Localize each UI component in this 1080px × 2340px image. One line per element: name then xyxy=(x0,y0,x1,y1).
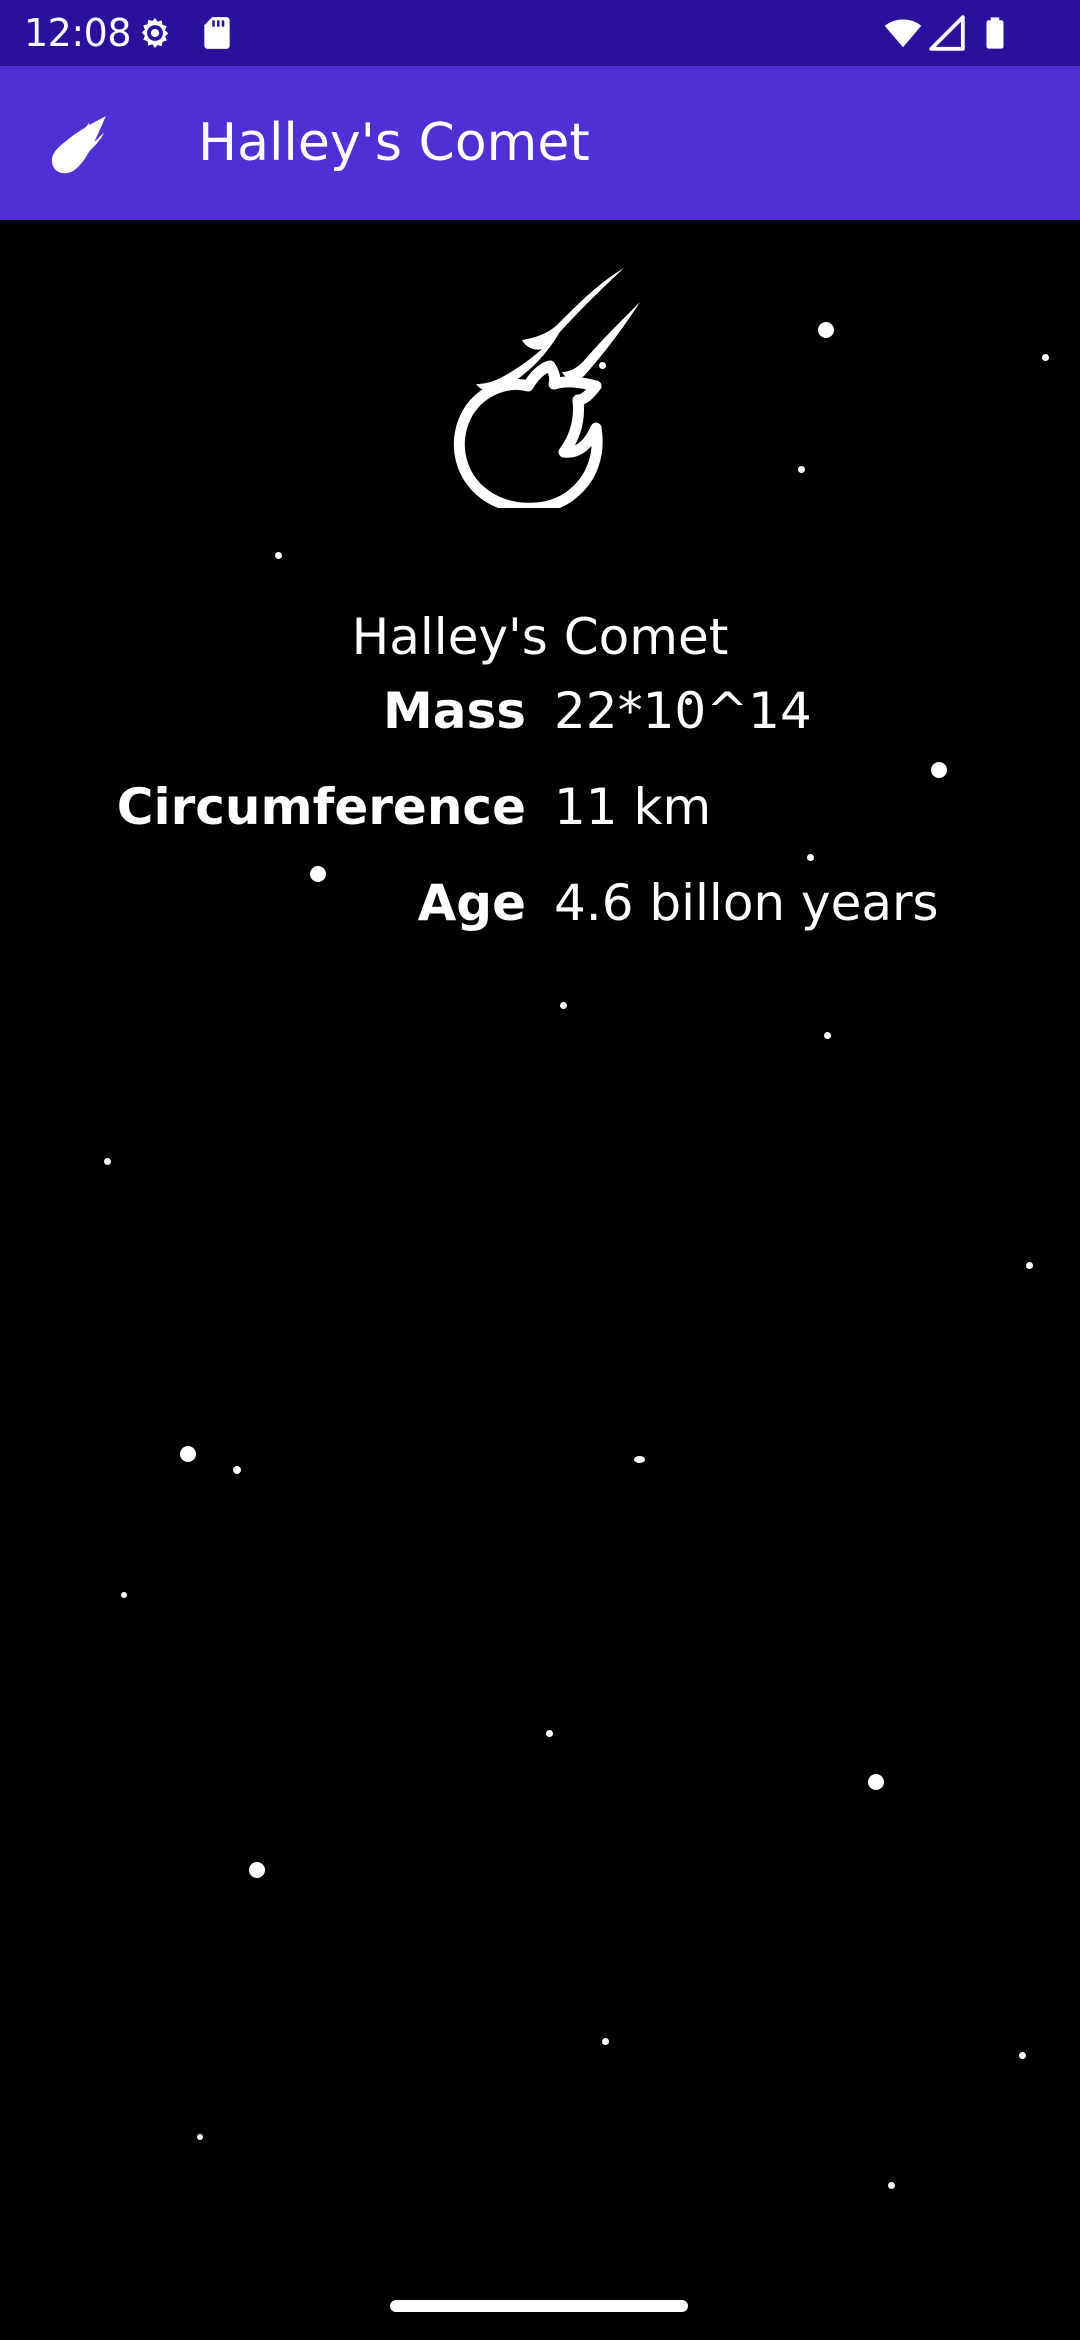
detail-row-age: Age 4.6 billon years xyxy=(0,868,1080,938)
star xyxy=(249,1862,265,1878)
star xyxy=(546,1730,553,1737)
star xyxy=(275,552,282,559)
star xyxy=(1019,2052,1026,2059)
star xyxy=(180,1446,196,1462)
star xyxy=(824,1032,831,1039)
app-title: Halley's Comet xyxy=(198,113,590,173)
gesture-nav-handle[interactable] xyxy=(390,2300,688,2312)
star xyxy=(634,1456,645,1463)
detail-value: 4.6 billon years xyxy=(554,874,939,932)
detail-row-circumference: Circumference 11 km xyxy=(0,772,1080,842)
settings-icon xyxy=(141,17,169,49)
star xyxy=(233,1466,241,1474)
wifi-icon xyxy=(884,19,922,48)
detail-value: 11 km xyxy=(554,778,712,836)
comet-name: Halley's Comet xyxy=(351,608,729,666)
detail-label: Circumference xyxy=(116,778,526,836)
status-time: 12:08 xyxy=(24,11,132,55)
battery-icon xyxy=(986,17,1004,49)
star xyxy=(560,1002,567,1009)
detail-row-mass: Mass 22*10^14 xyxy=(0,676,1080,746)
detail-value: 22*10^14 xyxy=(554,682,812,740)
star xyxy=(602,2038,609,2045)
star xyxy=(1042,354,1049,361)
star xyxy=(104,1158,111,1165)
star xyxy=(868,1774,884,1790)
comet-icon xyxy=(453,268,640,508)
star xyxy=(798,466,805,473)
sd-card-icon xyxy=(204,17,230,49)
detail-label: Mass xyxy=(382,682,526,740)
content-area: Halley's Comet Mass 22*10^14 Circumferen… xyxy=(0,220,1080,2340)
star xyxy=(197,2134,203,2140)
star xyxy=(818,322,834,338)
star xyxy=(888,2182,895,2189)
cell-signal-icon xyxy=(929,15,965,51)
star xyxy=(807,854,814,861)
status-bar: 12:08 xyxy=(0,0,1080,66)
star xyxy=(1026,1262,1033,1269)
app-bar: Halley's Comet xyxy=(0,66,1080,220)
comet-icon xyxy=(51,116,106,174)
detail-label: Age xyxy=(417,874,526,932)
star xyxy=(121,1592,127,1598)
